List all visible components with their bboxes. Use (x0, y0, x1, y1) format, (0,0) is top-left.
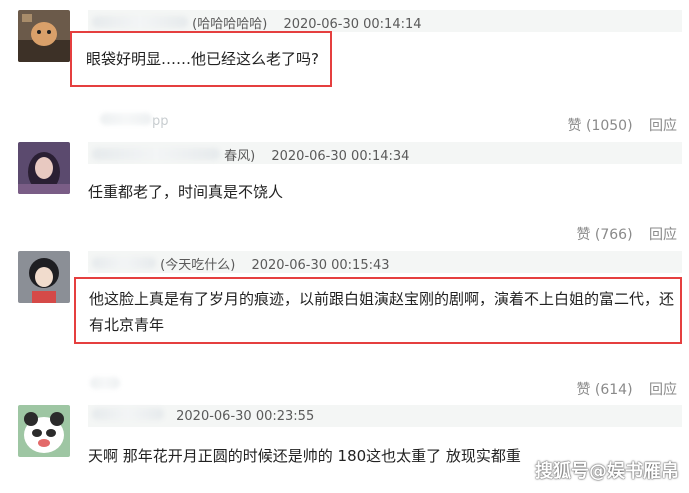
username-suffix[interactable]: 春风) (224, 149, 255, 164)
blurred-username[interactable] (92, 257, 156, 269)
comment-actions: 赞 (614) 回应 (564, 379, 677, 399)
reply-button[interactable]: 回应 (649, 382, 677, 398)
username-suffix[interactable]: (哈哈哈哈哈) (192, 17, 267, 32)
blurred-username[interactable] (92, 148, 220, 160)
comment-text: 他这脸上真是有了岁月的痕迹，以前跟白姐演赵宝刚的剧啊，演着不上白姐的富二代，还有… (89, 290, 675, 334)
comment-meta: 2020-06-30 00:23:55 (92, 408, 314, 424)
comment-time: 2020-06-30 00:14:14 (283, 17, 422, 32)
blurred-username[interactable] (92, 408, 164, 420)
comment-text: 任重都老了，时间真是不饶人 (88, 183, 284, 201)
like-button[interactable]: 赞 (1050) (568, 118, 633, 134)
comment-actions: 赞 (1050) 回应 (556, 115, 677, 135)
comment-meta: (今天吃什么) 2020-06-30 00:15:43 (92, 254, 390, 273)
avatar[interactable] (18, 10, 70, 62)
comment-text: 眼袋好明显……他已经这么老了吗? (86, 50, 319, 68)
comment-meta: (哈哈哈哈哈) 2020-06-30 00:14:14 (92, 13, 422, 32)
username-suffix[interactable]: (今天吃什么) (160, 258, 235, 273)
reply-button[interactable]: 回应 (649, 227, 677, 243)
like-button[interactable]: 赞 (614) (576, 382, 632, 398)
avatar[interactable] (18, 251, 70, 303)
avatar[interactable] (18, 142, 70, 194)
watermark: 搜狐号@娱书雁帛 (535, 461, 679, 482)
blurred-source (90, 377, 120, 389)
reply-button[interactable]: 回应 (649, 118, 677, 134)
blurred-source (100, 113, 152, 125)
comment-text: 天啊 那年花开月正圆的时候还是帅的 180这也太重了 放现实都重 (88, 447, 521, 465)
comment-actions: 赞 (766) 回应 (564, 224, 677, 244)
comment-meta: 春风) 2020-06-30 00:14:34 (92, 145, 409, 164)
comment-source: pp (100, 113, 169, 129)
comment-source (90, 377, 120, 393)
comment-time: 2020-06-30 00:14:34 (271, 149, 410, 164)
like-button[interactable]: 赞 (766) (576, 227, 632, 243)
avatar[interactable] (18, 405, 70, 457)
comment-time: 2020-06-30 00:15:43 (251, 258, 390, 273)
blurred-username[interactable] (92, 16, 188, 28)
source-label: pp (152, 114, 169, 129)
comment-time: 2020-06-30 00:23:55 (176, 409, 315, 424)
